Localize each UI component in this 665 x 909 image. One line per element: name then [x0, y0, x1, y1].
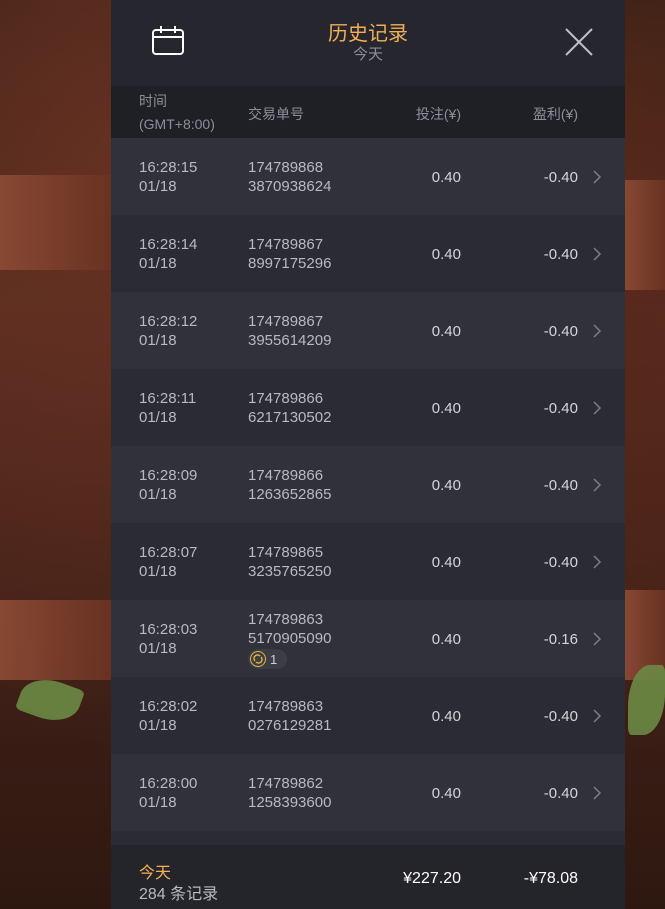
table-row[interactable]: 16:28:11 01/18 174789866 6217130502 0.40… — [111, 369, 625, 446]
row-profit: -0.40 — [543, 785, 578, 802]
row-profit: -0.16 — [543, 631, 578, 648]
row-txn-id-line2: 1263652865 — [248, 486, 332, 503]
row-profit: -0.40 — [543, 554, 578, 571]
row-time: 16:28:00 — [139, 775, 198, 792]
row-txn-id-line1: 174789863 — [248, 698, 324, 715]
row-time: 16:28:09 — [139, 467, 198, 484]
table-row[interactable]: 16:28:07 01/18 174789865 3235765250 0.40… — [111, 523, 625, 600]
table-row[interactable]: 16:28:02 01/18 174789863 0276129281 0.40… — [111, 677, 625, 754]
row-profit: -0.40 — [543, 169, 578, 186]
row-txn-id-line1: 174789863 — [248, 611, 324, 628]
row-txn-id-line1: 174789868 — [248, 159, 324, 176]
col-time-label: 时间 — [139, 93, 167, 109]
row-bet: 0.40 — [431, 323, 461, 340]
row-bet: 0.40 — [431, 631, 461, 648]
footer-total-profit: -¥78.08 — [523, 870, 578, 887]
row-date: 01/18 — [139, 409, 177, 426]
chevron-right-icon — [593, 170, 602, 184]
chevron-right-icon — [593, 478, 602, 492]
column-header: 时间 (GMT+8:00) 交易单号 投注(¥) 盈利(¥) — [111, 86, 625, 138]
row-txn-id-line2: 3955614209 — [248, 332, 332, 349]
chevron-right-icon — [593, 632, 602, 646]
row-txn-id-line2: 8997175296 — [248, 255, 332, 272]
table-row[interactable]: 16:28:14 01/18 174789867 8997175296 0.40… — [111, 215, 625, 292]
page-subtitle: 今天 — [352, 46, 383, 63]
chevron-right-icon — [593, 786, 602, 800]
table-row[interactable]: 16:28:09 01/18 174789866 1263652865 0.40… — [111, 446, 625, 523]
background-plank — [0, 600, 111, 680]
row-date: 01/18 — [139, 486, 177, 503]
row-profit: -0.40 — [543, 477, 578, 494]
chevron-right-icon — [593, 247, 602, 261]
row-date: 01/18 — [139, 563, 177, 580]
row-txn-id-line1: 174789867 — [248, 236, 324, 253]
row-bet: 0.40 — [431, 169, 461, 186]
close-icon[interactable] — [563, 26, 595, 58]
col-bet-label: 投注(¥) — [415, 106, 461, 122]
table-row[interactable]: 16:28:03 01/18 174789863 5170905090 1 0.… — [111, 600, 625, 677]
col-timezone-label: (GMT+8:00) — [139, 116, 215, 132]
row-time: 16:28:03 — [139, 621, 198, 638]
row-bet: 0.40 — [431, 400, 461, 417]
chevron-right-icon — [593, 401, 602, 415]
footer-record-count: 284 条记录 — [139, 886, 219, 903]
row-txn-id-line1: 174789867 — [248, 313, 324, 330]
history-panel: 历史记录 今天 时间 (GMT+8:00) 交易单号 投注(¥) 盈利(¥) 1… — [111, 0, 625, 909]
row-time: 16:28:02 — [139, 698, 198, 715]
row-profit: -0.40 — [543, 323, 578, 340]
table-row[interactable]: 16:28:15 01/18 174789868 3870938624 0.40… — [111, 138, 625, 215]
row-time: 16:28:11 — [139, 390, 197, 407]
chevron-right-icon — [593, 709, 602, 723]
row-time: 16:28:12 — [139, 313, 198, 330]
row-profit: -0.40 — [543, 246, 578, 263]
row-time: 16:28:15 — [139, 159, 198, 176]
table-row[interactable]: 16:28:00 01/18 174789862 1258393600 0.40… — [111, 754, 625, 831]
row-txn-id-line2: 1258393600 — [248, 794, 332, 811]
footer-total-bet: ¥227.20 — [403, 870, 461, 887]
summary-footer: 今天 284 条记录 ¥227.20 -¥78.08 — [111, 845, 625, 909]
panel-header: 历史记录 今天 — [111, 0, 625, 86]
row-bet: 0.40 — [431, 785, 461, 802]
row-date: 01/18 — [139, 717, 177, 734]
row-time: 16:28:14 — [139, 236, 198, 253]
row-txn-id-line1: 174789866 — [248, 390, 324, 407]
badge-count: 1 — [270, 651, 278, 667]
row-date: 01/18 — [139, 794, 177, 811]
row-txn-id-line2: 3235765250 — [248, 563, 332, 580]
row-txn-id-line2: 6217130502 — [248, 409, 332, 426]
row-txn-id-line1: 174789865 — [248, 544, 324, 561]
table-row[interactable]: 16:28:12 01/18 174789867 3955614209 0.40… — [111, 292, 625, 369]
row-bet: 0.40 — [431, 708, 461, 725]
row-bet: 0.40 — [431, 246, 461, 263]
col-txn-label: 交易单号 — [248, 106, 304, 122]
chevron-right-icon — [593, 555, 602, 569]
free-spin-badge: 1 — [248, 649, 288, 669]
row-profit: -0.40 — [543, 400, 578, 417]
title-block: 历史记录 今天 — [111, 22, 625, 64]
row-txn-id-line2: 0276129281 — [248, 717, 332, 734]
row-txn-id-line2: 5170905090 — [248, 630, 332, 647]
row-txn-id-line2: 3870938624 — [248, 178, 332, 195]
row-txn-id-line1: 174789862 — [248, 775, 324, 792]
spin-icon — [250, 651, 266, 667]
row-time: 16:28:07 — [139, 544, 198, 561]
row-profit: -0.40 — [543, 708, 578, 725]
row-date: 01/18 — [139, 332, 177, 349]
chevron-right-icon — [593, 324, 602, 338]
background-plank — [625, 180, 665, 290]
row-date: 01/18 — [139, 640, 177, 657]
row-bet: 0.40 — [431, 477, 461, 494]
background-plank — [0, 175, 111, 270]
page-title: 历史记录 — [328, 23, 408, 45]
row-txn-id-line1: 174789866 — [248, 467, 324, 484]
col-profit-label: 盈利(¥) — [532, 106, 578, 122]
row-bet: 0.40 — [431, 554, 461, 571]
row-date: 01/18 — [139, 178, 177, 195]
row-date: 01/18 — [139, 255, 177, 272]
